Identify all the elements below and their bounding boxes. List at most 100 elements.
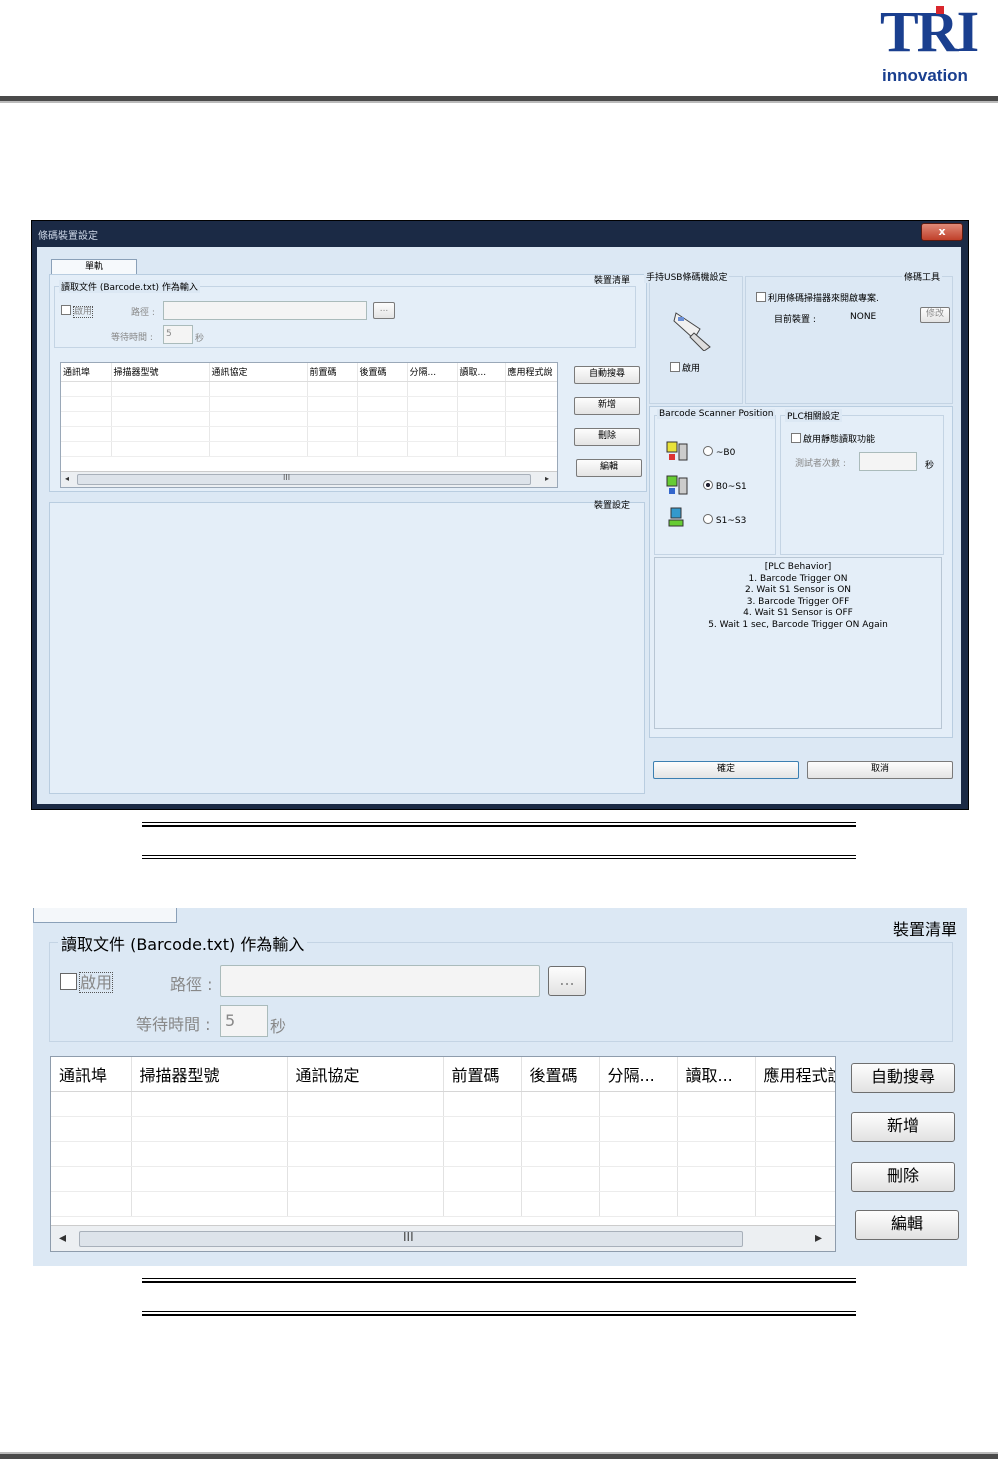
column-header[interactable]: 分隔...	[407, 363, 458, 382]
wait-time-label: 等待時間 :	[136, 1015, 211, 1034]
static-read-checkbox[interactable]: 啟用靜態讀取功能	[791, 432, 875, 445]
position-option-b0-s1[interactable]: B0~S1	[703, 480, 747, 492]
scroll-right-icon[interactable]: ▸	[815, 1230, 822, 1246]
position-option-label: B0~S1	[715, 482, 747, 492]
delete-button[interactable]: 刪除	[851, 1162, 955, 1192]
table-row	[51, 1116, 835, 1142]
caption-rule	[142, 822, 856, 823]
plc-behavior-box: [PLC Behavior] 1. Barcode Trigger ON 2. …	[654, 557, 942, 729]
column-header[interactable]: 分隔...	[599, 1057, 678, 1092]
static-read-label: 啟用靜態讀取功能	[803, 435, 876, 445]
scroll-left-icon[interactable]: ◂	[59, 1230, 66, 1246]
browse-button[interactable]: ...	[548, 966, 586, 996]
dialog-body: 單軌 裝置清單 讀取文件 (Barcode.txt) 作為輸入 啟用 路徑 : …	[37, 247, 961, 804]
column-header[interactable]: 通訊埠	[61, 363, 112, 382]
radio-icon[interactable]	[703, 446, 713, 456]
column-header[interactable]: 掃描器型號	[111, 363, 210, 382]
scroll-grip-icon: III	[403, 1230, 414, 1244]
position-group: Barcode Scanner Position ~B0 B0~S1 S1~S3	[654, 409, 776, 555]
checkbox-box[interactable]	[60, 973, 77, 990]
auto-search-button[interactable]: 自動搜尋	[851, 1063, 955, 1093]
scanner-position-panel: Barcode Scanner Position ~B0 B0~S1 S1~S3…	[649, 406, 953, 738]
column-header[interactable]: 前置碼	[307, 363, 358, 382]
table-row	[51, 1166, 835, 1192]
browse-button[interactable]: ...	[373, 302, 395, 319]
current-device-value: NONE	[850, 312, 877, 322]
plc-settings-group: PLC相關設定 啟用靜態讀取功能 測試者次數 : 秒	[780, 409, 944, 555]
path-input[interactable]	[220, 965, 540, 997]
add-button[interactable]: 新增	[851, 1112, 955, 1142]
path-label: 路徑 :	[170, 975, 213, 994]
path-input[interactable]	[163, 301, 367, 320]
column-header[interactable]: 通訊協定	[209, 363, 308, 382]
cancel-button[interactable]: 取消	[807, 761, 953, 779]
path-label: 路徑 :	[131, 308, 155, 318]
table-row	[61, 381, 557, 397]
add-button[interactable]: 新增	[574, 397, 640, 415]
column-header[interactable]: 應用程式說	[755, 1057, 835, 1092]
ok-button[interactable]: 確定	[653, 761, 799, 779]
close-button[interactable]: x	[921, 223, 963, 241]
checkbox-box[interactable]	[756, 292, 766, 302]
wait-time-input[interactable]: 5	[220, 1005, 268, 1037]
tab-single-track[interactable]: 單軌	[51, 259, 137, 275]
open-project-checkbox[interactable]: 利用條碼掃描器來開啟專案.	[756, 291, 879, 304]
edit-button[interactable]: 編輯	[576, 459, 642, 477]
column-header[interactable]: 讀取...	[457, 363, 506, 382]
caption-rule	[142, 858, 856, 859]
position-before-b0-icon	[666, 441, 688, 461]
table-row	[61, 441, 557, 457]
auto-search-button[interactable]: 自動搜尋	[574, 366, 640, 384]
horizontal-scrollbar[interactable]: ◂ III ▸	[61, 471, 557, 487]
column-header[interactable]: 後置碼	[357, 363, 408, 382]
barcode-tools-group: 條碼工具 利用條碼掃描器來開啟專案. 目前裝置 : NONE 修改	[745, 270, 953, 404]
table-row	[61, 396, 557, 412]
footer-rule	[0, 1452, 998, 1459]
file-input-group: 讀取文件 (Barcode.txt) 作為輸入 啟用 路徑 : ... 等待時間…	[54, 280, 636, 348]
checkbox-box[interactable]	[791, 433, 801, 443]
column-header[interactable]: 通訊協定	[287, 1057, 444, 1092]
device-list-label: 裝置清單	[594, 276, 631, 286]
modify-button[interactable]: 修改	[920, 307, 950, 323]
column-header[interactable]: 讀取...	[677, 1057, 756, 1092]
edit-button[interactable]: 編輯	[855, 1210, 959, 1240]
table-row	[61, 426, 557, 442]
plc-behavior-line: 1. Barcode Trigger ON	[748, 573, 848, 584]
test-count-input[interactable]	[859, 452, 917, 471]
delete-button[interactable]: 刪除	[574, 428, 640, 446]
logo-accent-dot	[936, 6, 944, 14]
column-header[interactable]: 後置碼	[521, 1057, 600, 1092]
usb-enable-checkbox[interactable]: 啟用	[670, 361, 700, 374]
file-input-group: 讀取文件 (Barcode.txt) 作為輸入 啟用 路徑 : ... 等待時間…	[49, 931, 953, 1042]
header-rule	[0, 96, 998, 103]
column-header[interactable]: 通訊埠	[51, 1057, 132, 1092]
device-list-label: 裝置清單	[893, 920, 958, 939]
column-header[interactable]: 應用程式說	[505, 363, 557, 382]
wait-time-unit: 秒	[195, 334, 205, 344]
wait-time-input[interactable]: 5	[163, 325, 193, 344]
scroll-grip-icon: III	[283, 473, 291, 482]
file-enable-label: 啟用	[73, 306, 94, 318]
checkbox-box[interactable]	[61, 305, 71, 315]
column-header[interactable]: 前置碼	[443, 1057, 522, 1092]
checkbox-box[interactable]	[670, 362, 680, 372]
radio-selected-icon[interactable]	[703, 480, 713, 490]
table-header-row: 通訊埠 掃描器型號 通訊協定 前置碼 後置碼 分隔... 讀取... 應用程式說	[61, 363, 557, 382]
horizontal-scrollbar[interactable]: ◂ III ▸	[51, 1225, 835, 1251]
table-row	[51, 1141, 835, 1167]
column-header[interactable]: 掃描器型號	[131, 1057, 288, 1092]
scroll-right-icon[interactable]: ▸	[545, 474, 549, 483]
file-enable-checkbox[interactable]: 啟用	[60, 969, 114, 993]
device-table: 通訊埠 掃描器型號 通訊協定 前置碼 後置碼 分隔... 讀取... 應用程式說	[51, 1057, 835, 1217]
file-enable-checkbox[interactable]: 啟用	[61, 304, 94, 318]
caption-rule	[142, 1278, 856, 1279]
table-header-row: 通訊埠 掃描器型號 通訊協定 前置碼 後置碼 分隔... 讀取... 應用程式說	[51, 1057, 835, 1092]
scroll-left-icon[interactable]: ◂	[65, 474, 69, 483]
position-option-s1-s3[interactable]: S1~S3	[703, 514, 746, 526]
caption-rule	[142, 1314, 856, 1316]
radio-icon[interactable]	[703, 514, 713, 524]
caption-rule	[142, 1311, 856, 1312]
position-b0-s1-icon	[666, 475, 688, 495]
scroll-thumb[interactable]	[77, 474, 531, 485]
position-option-b0[interactable]: ~B0	[703, 446, 735, 458]
